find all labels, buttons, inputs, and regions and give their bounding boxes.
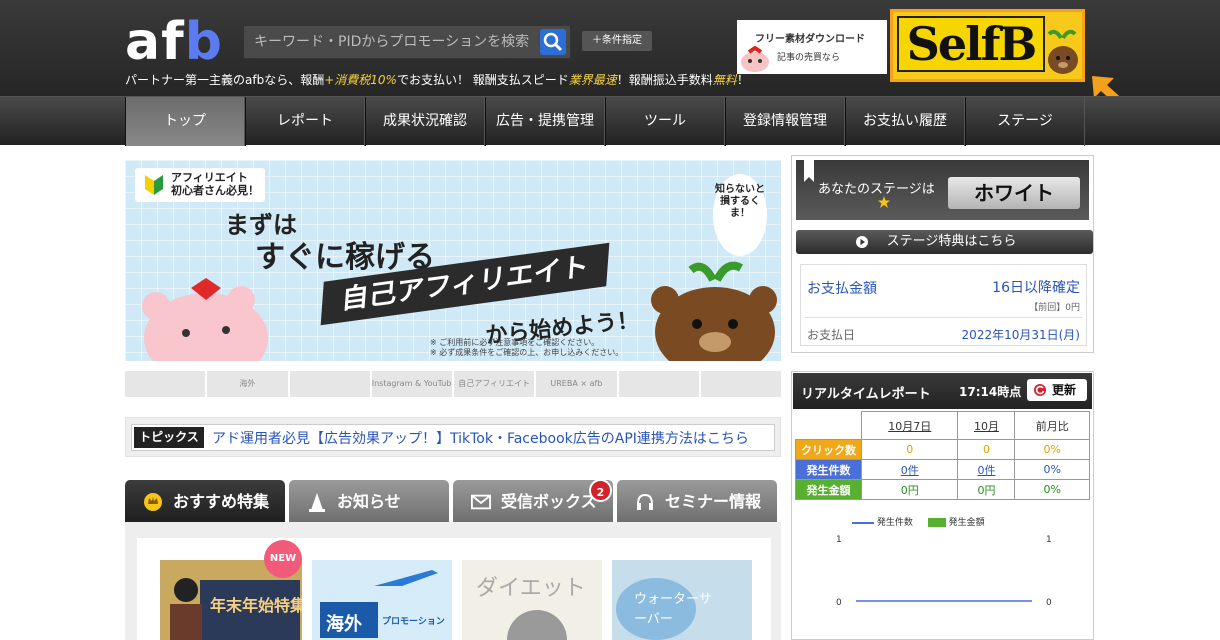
new-badge: NEW (264, 540, 302, 578)
search-input[interactable] (244, 26, 538, 58)
headset-icon (637, 493, 653, 510)
banner-strip: 海外 Instagram & YouTube 自己アフィリエイト UREBA ×… (125, 371, 781, 397)
nav-results[interactable]: 成果状況確認 (365, 97, 485, 146)
realtime-chart: 1 0 1 0 (836, 535, 1052, 608)
chart-legend: 発生件数 発生金額 (852, 515, 985, 528)
card-overseas[interactable]: 海外 プロモーション (312, 560, 452, 640)
pink-bear-mascot (142, 278, 268, 361)
axis-left-top: 1 (836, 535, 842, 545)
speech-bubble: 知らないと損するくま！ (713, 174, 767, 256)
kimono-person-image (170, 578, 202, 640)
search-box (243, 25, 571, 59)
afb-logo[interactable]: afb (125, 14, 223, 70)
tab-featured[interactable]: おすすめ特集 (125, 480, 285, 522)
bear-mascot-icon (1047, 29, 1078, 74)
header: afb ＋条件指定 パートナー第一主義のafbなら、報酬+消費税10%でお支払い… (0, 0, 1220, 110)
table-row: 発生金額 0円 0円 0% (795, 479, 1090, 500)
table-row: 発生件数 0件 0件 0% (795, 459, 1090, 480)
axis-right-top: 1 (1046, 535, 1052, 545)
beginner-badge: アフィリエイト 初心者さん必見！ (135, 168, 265, 202)
realtime-table: 10月7日 10月 前月比 クリック数 0 0 0% 発生件数 0件 0件 0%… (795, 411, 1090, 500)
tagline: パートナー第一主義のafbなら、報酬+消費税10%でお支払い！ 報酬支払スピード… (125, 73, 749, 87)
stage-benefits-button[interactable]: ステージ特典はこちら (796, 230, 1093, 254)
hero-banner[interactable]: アフィリエイト 初心者さん必見！ まずは すぐに稼げる 自己アフィリエイト から… (125, 160, 781, 361)
axis-left-mid: 0 (836, 598, 842, 608)
envelope-icon (471, 494, 491, 510)
beginner-mark-icon (145, 175, 163, 195)
main-nav: トップ レポート 成果状況確認 広告・提携管理 ツール 登録情報管理 お支払い履… (0, 96, 1220, 146)
stage-value: ホワイト (948, 177, 1080, 209)
card-diet[interactable]: ダイエット (462, 560, 602, 640)
inbox-count-badge: 2 (589, 479, 612, 502)
strawberry-mascot-icon (741, 46, 769, 72)
tab-news[interactable]: お知らせ (289, 480, 449, 522)
topics-tag: トピックス (134, 427, 204, 448)
nav-ads[interactable]: 広告・提携管理 (485, 97, 605, 146)
stage-panel: あなたのステージは ホワイト ステージ特典はこちら お支払金額 16日以降確定 … (791, 155, 1094, 353)
nav-stage[interactable]: ステージ (965, 97, 1085, 146)
payment-box: お支払金額 16日以降確定 【前回】0円 お支払日 2022年10月31日(月) (800, 264, 1087, 346)
brown-bear-mascot (651, 261, 777, 361)
nav-registration[interactable]: 登録情報管理 (725, 97, 845, 146)
airplane-icon (374, 570, 438, 586)
free-material-banner[interactable]: フリー素材ダウンロード 記事の売買なら (737, 20, 887, 74)
refresh-icon (1034, 384, 1046, 396)
search-icon (543, 32, 563, 52)
nav-top[interactable]: トップ (125, 97, 245, 146)
topics-bar: トピックス アド運用者必見【広告効果アップ！】TikTok・Facebook広告… (125, 417, 781, 457)
stage-header: あなたのステージは ホワイト (796, 160, 1089, 220)
play-icon (856, 236, 868, 248)
realtime-report: リアルタイムレポート 17:14時点 更新 10月7日 10月 前月比 クリック… (791, 371, 1094, 640)
crown-badge-icon (144, 493, 162, 511)
nav-payment-history[interactable]: お支払い履歴 (845, 97, 965, 146)
update-button[interactable]: 更新 (1027, 379, 1087, 401)
table-row: クリック数 0 0 0% (795, 439, 1090, 460)
condition-button[interactable]: ＋条件指定 (582, 31, 652, 51)
topics-link[interactable]: アド運用者必見【広告効果アップ！】TikTok・Facebook広告のAPI連携… (212, 428, 749, 448)
card-water-server[interactable]: ウォーターサーバー (612, 560, 752, 640)
tab-seminar[interactable]: セミナー情報 (617, 480, 777, 522)
axis-right-mid: 0 (1046, 598, 1052, 608)
search-button[interactable] (540, 29, 566, 55)
selfb-banner[interactable]: SelfB (890, 9, 1085, 82)
nav-tools[interactable]: ツール (605, 97, 725, 146)
star-icon (878, 196, 890, 208)
bookmark-icon (804, 160, 814, 182)
cone-icon (309, 493, 325, 512)
woman-photo-image (507, 610, 567, 640)
nav-report[interactable]: レポート (245, 97, 365, 146)
